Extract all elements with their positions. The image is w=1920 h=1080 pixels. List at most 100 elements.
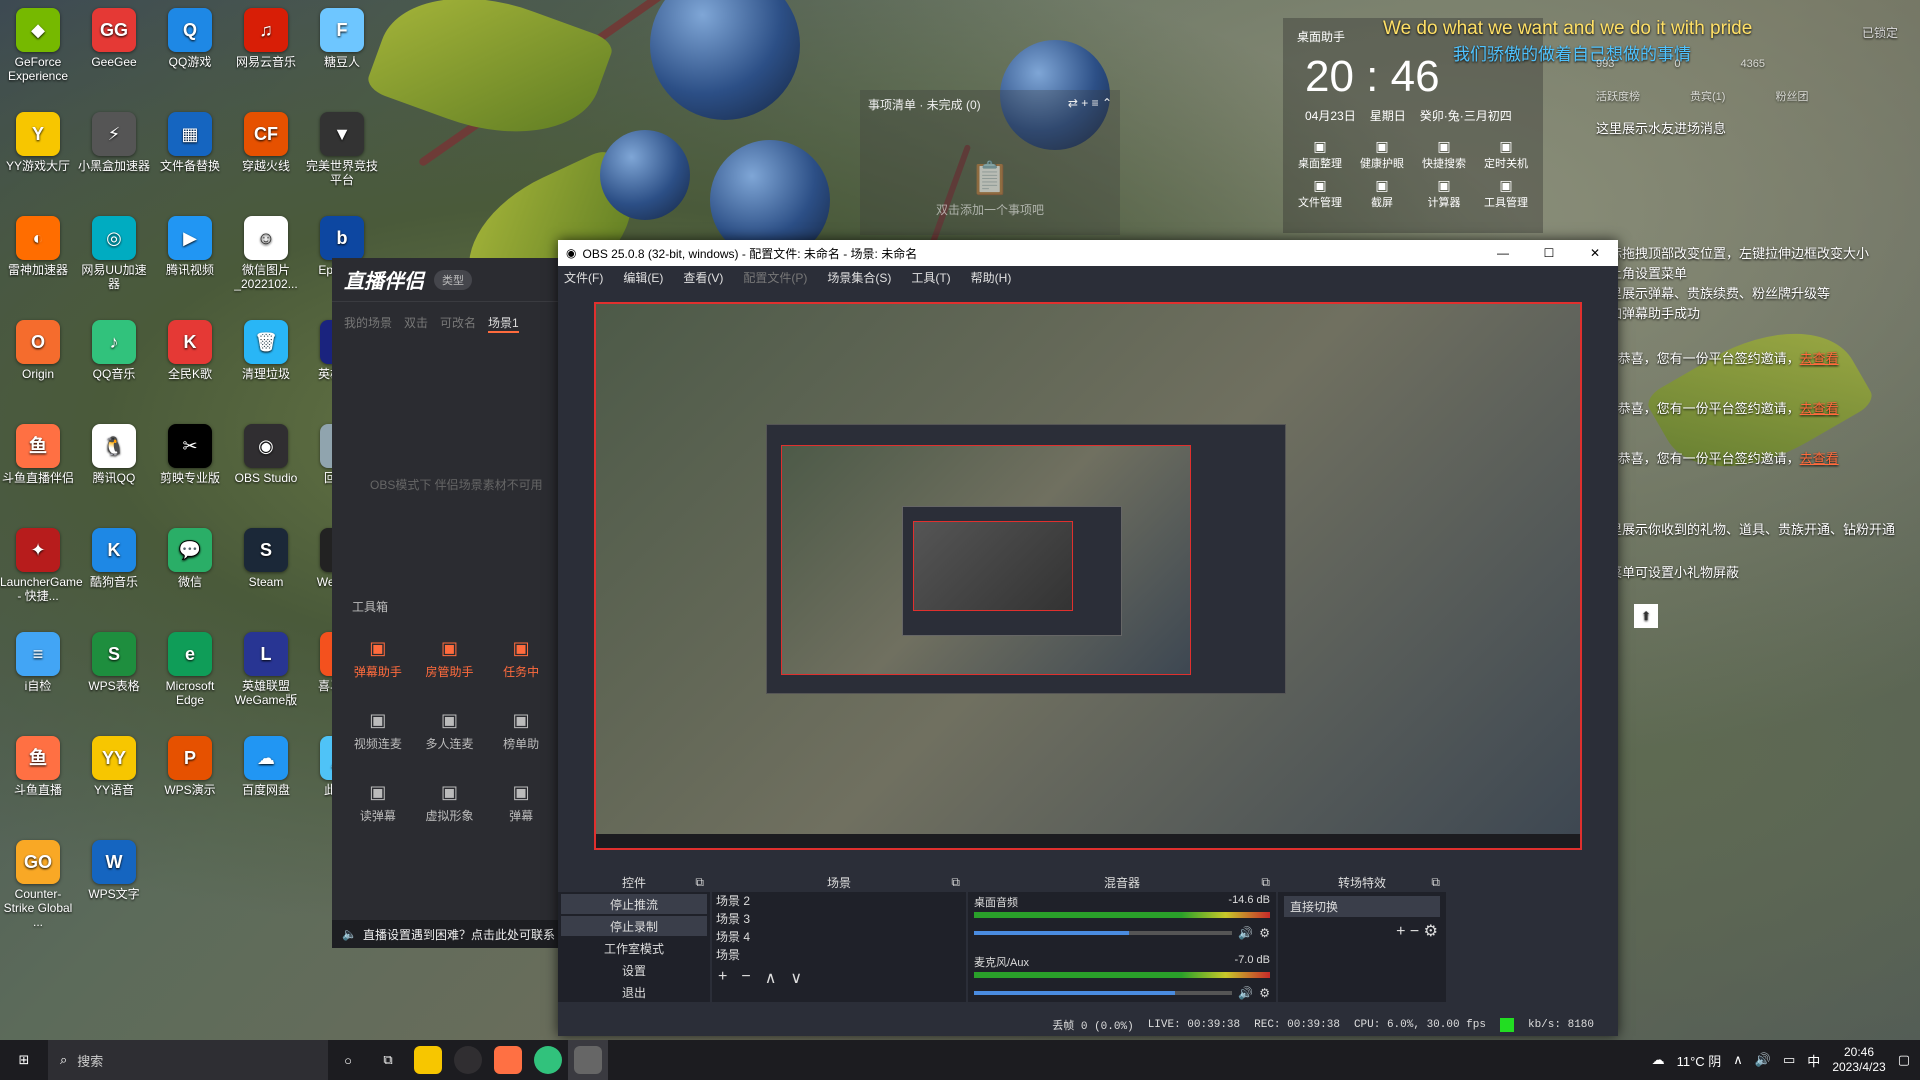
tab-activity[interactable]: 活跃度榜	[1596, 88, 1640, 104]
gear-icon[interactable]: ⚙	[1259, 986, 1270, 1000]
scroll-top-icon[interactable]: ⬆	[1634, 604, 1658, 628]
desktop-icon[interactable]: Q QQ游戏	[152, 8, 228, 69]
settings-button[interactable]: 设置	[561, 960, 707, 980]
tab-double-click[interactable]: 双击	[404, 314, 428, 333]
tab-fans[interactable]: 粉丝团	[1775, 88, 1808, 104]
taskbar-app-obs[interactable]	[448, 1040, 488, 1080]
desktop-icon[interactable]: W WPS文字	[76, 840, 152, 901]
helper-tool[interactable]: ▣ 虚拟形象	[414, 782, 486, 824]
desktop-icon[interactable]: ≡ i自检	[0, 632, 76, 693]
widget-tool[interactable]: ▣ 桌面整理	[1289, 138, 1351, 171]
helper-tool[interactable]: ▣ 房管助手	[414, 638, 486, 680]
desktop-icon[interactable]: e Microsoft Edge	[152, 632, 228, 707]
obs-titlebar[interactable]: ◉ OBS 25.0.8 (32-bit, windows) - 配置文件: 未…	[558, 240, 1618, 266]
volume-icon[interactable]: 🔊	[1238, 986, 1253, 1000]
helper-tool[interactable]: ▣ 读弹幕	[342, 782, 414, 824]
menu-help[interactable]: 帮助(H)	[971, 269, 1012, 286]
desktop-icon[interactable]: 💬 微信	[152, 528, 228, 589]
helper-tool[interactable]: ▣ 弹幕助手	[342, 638, 414, 680]
sys-link[interactable]: 去查看	[1800, 351, 1839, 366]
tab-rename[interactable]: 可改名	[440, 314, 476, 333]
helper-footer[interactable]: 直播设置遇到困难？点击此处可联系	[363, 926, 555, 943]
taskbar-app-xiaoheihe[interactable]	[568, 1040, 608, 1080]
add-transition-icon[interactable]: +	[1396, 923, 1405, 940]
desktop-icon[interactable]: O Origin	[0, 320, 76, 381]
menu-view[interactable]: 查看(V)	[683, 269, 723, 286]
taskbar-app-ball[interactable]	[528, 1040, 568, 1080]
desktop-icon[interactable]: ◐ 雷神加速器	[0, 216, 76, 277]
cortana-icon[interactable]: ○	[328, 1040, 368, 1080]
desktop-icon[interactable]: ▶ 腾讯视频	[152, 216, 228, 277]
widget-tool[interactable]: ▣ 计算器	[1413, 177, 1475, 210]
tab-my-scenes[interactable]: 我的场景	[344, 314, 392, 333]
remove-transition-icon[interactable]: −	[1410, 923, 1419, 940]
desktop-icon[interactable]: Y YY游戏大厅	[0, 112, 76, 173]
scene-item[interactable]: 场景 2	[712, 892, 966, 910]
undock-icon[interactable]: ⧉	[695, 875, 704, 890]
widget-tool[interactable]: ▣ 工具管理	[1475, 177, 1537, 210]
widget-tool[interactable]: ▣ 健康护眼	[1351, 138, 1413, 171]
studio-mode-button[interactable]: 工作室模式	[561, 938, 707, 958]
desktop-icon[interactable]: 鱼斗鱼直播	[0, 736, 76, 797]
lock-status[interactable]: 已锁定	[1862, 24, 1898, 41]
menu-edit[interactable]: 编辑(E)	[623, 269, 663, 286]
gear-icon[interactable]: ⚙	[1259, 926, 1270, 940]
menu-file[interactable]: 文件(F)	[564, 269, 603, 286]
scene-item[interactable]: 场景	[712, 946, 966, 964]
tab-scene1[interactable]: 场景1	[488, 314, 519, 333]
transition-select[interactable]: 直接切换	[1284, 896, 1440, 917]
add-scene-icon[interactable]: +	[718, 968, 727, 988]
sys-link[interactable]: 去查看	[1800, 401, 1839, 416]
task-view-icon[interactable]: ⧉	[368, 1040, 408, 1080]
desktop-icon[interactable]: ⚡ 小黑盒加速器	[76, 112, 152, 173]
desktop-icon[interactable]: 🗑 清理垃圾	[228, 320, 304, 381]
ime-indicator[interactable]: 中	[1807, 1051, 1820, 1070]
stop-record-button[interactable]: 停止录制	[561, 916, 707, 936]
stop-stream-button[interactable]: 停止推流	[561, 894, 707, 914]
desktop-icon[interactable]: L 英雄联盟WeGame版	[228, 632, 304, 707]
desktop-icon[interactable]: F 糖豆人	[304, 8, 380, 69]
desktop-icon[interactable]: ▦ 文件备替换	[152, 112, 228, 173]
widget-tool[interactable]: ▣ 快捷搜索	[1413, 138, 1475, 171]
menu-profile[interactable]: 配置文件(P)	[743, 269, 807, 286]
exit-button[interactable]: 退出	[561, 982, 707, 1002]
desktop-icon[interactable]: S WPS表格	[76, 632, 152, 693]
windows-start-icon[interactable]: ⊞	[0, 1040, 48, 1080]
desktop-icon[interactable]: YY YY语音	[76, 736, 152, 797]
desktop-icon[interactable]: K 酷狗音乐	[76, 528, 152, 589]
helper-tool[interactable]: ▣ 榜单助	[485, 710, 557, 752]
scene-item[interactable]: 场景 4	[712, 928, 966, 946]
desktop-icon[interactable]: K 全民K歌	[152, 320, 228, 381]
scene-item[interactable]: 场景 3	[712, 910, 966, 928]
close-button[interactable]: ✕	[1572, 246, 1618, 260]
desktop-icon[interactable]: ♪ QQ音乐	[76, 320, 152, 381]
sys-link[interactable]: 去查看	[1800, 451, 1839, 466]
helper-tool[interactable]: ▣ 多人连麦	[414, 710, 486, 752]
desktop-icon[interactable]: ◆ GeForce Experience	[0, 8, 76, 83]
desktop-icon[interactable]: ☺ 微信图片_2022102...	[228, 216, 304, 291]
desktop-icon[interactable]: 🐧 腾讯QQ	[76, 424, 152, 485]
type-button[interactable]: 类型	[434, 269, 472, 290]
desktop-icon[interactable]: ✂ 剪映专业版	[152, 424, 228, 485]
undock-icon[interactable]: ⧉	[1261, 875, 1270, 890]
helper-tool[interactable]: ▣ 弹幕	[485, 782, 557, 824]
desktop-icon[interactable]: ◎ 网易UU加速器	[76, 216, 152, 291]
widget-tool[interactable]: ▣ 文件管理	[1289, 177, 1351, 210]
undock-icon[interactable]: ⧉	[951, 875, 960, 890]
undock-icon[interactable]: ⧉	[1431, 875, 1440, 890]
desktop-icon[interactable]: CF 穿越火线	[228, 112, 304, 173]
taskbar-app-douyu[interactable]	[488, 1040, 528, 1080]
minimize-button[interactable]: —	[1480, 246, 1526, 260]
obs-preview[interactable]	[594, 302, 1582, 850]
helper-tool[interactable]: ▣ 任务中	[485, 638, 557, 680]
taskbar-search[interactable]: ⌕ 搜索	[48, 1040, 328, 1080]
taskbar-clock[interactable]: 20:46 2023/4/23	[1832, 1045, 1885, 1075]
volume-icon[interactable]: 🔊	[1755, 1052, 1771, 1068]
tab-vip[interactable]: 贵宾(1)	[1690, 88, 1725, 104]
tray-expand-icon[interactable]: ∧	[1733, 1052, 1743, 1068]
desktop-icon[interactable]: P WPS演示	[152, 736, 228, 797]
desktop-icon[interactable]: ◉ OBS Studio	[228, 424, 304, 485]
desktop-icon[interactable]: S Steam	[228, 528, 304, 589]
todo-controls[interactable]: ⇄ + ≡ ⌃	[1068, 96, 1112, 113]
move-up-icon[interactable]: ∧	[765, 968, 777, 988]
